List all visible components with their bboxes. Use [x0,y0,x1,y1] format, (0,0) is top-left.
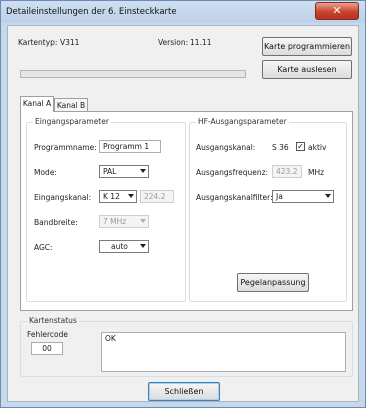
kartentyp-label: Kartentyp: [18,38,58,47]
ausgangskanal-value: S 36 [272,143,289,152]
kartenstatus-group-label: Kartenstatus [27,316,79,325]
dialog-client-area: Kartentyp: V311 Version: 11.11 Karte pro… [7,25,359,402]
kartenstatus-group: Kartenstatus Fehlercode 00 OK [20,316,353,377]
fehlercode-field: 00 [31,342,63,355]
dialog-window: Detaileinstellungen der 6. Einsteckkarte… [0,0,366,408]
programmname-label: Programmname: [34,143,97,152]
kartentyp-value: V311 [60,38,80,47]
ausgangskanalfilter-label: Ausgangskanalfilter: [196,193,273,202]
program-card-button[interactable]: Karte programmieren [262,37,352,56]
eingangskanal-label: Eingangskanal: [34,193,92,202]
hf-group-label: HF-Ausgangsparameter [196,117,289,126]
pegelanpassung-button[interactable]: Pegelanpassung [237,273,309,292]
read-card-button[interactable]: Karte auslesen [262,60,352,79]
aktiv-label: aktiv [308,143,327,152]
check-icon: ✓ [297,142,304,151]
agc-label: AGC: [34,243,53,252]
progress-bar [20,70,246,78]
tab-kanal-b[interactable]: Kanal B [54,98,88,112]
close-icon: ✕ [332,4,342,17]
tab-kanal-a[interactable]: Kanal A [20,96,54,112]
programmname-input[interactable]: Programm 1 [99,140,161,153]
close-window-button[interactable]: ✕ [315,2,359,20]
chevron-down-icon [325,194,331,198]
agc-select-value: auto [111,242,128,251]
eingang-group: Eingangsparameter Programmname: Programm… [26,117,186,302]
tab-panel-kanal-a: Eingangsparameter Programmname: Programm… [20,111,353,311]
hf-group: HF-Ausgangsparameter Ausgangskanal: S 36… [189,117,347,302]
window-title: Detaileinstellungen der 6. Einsteckkarte [6,7,177,17]
ausgangsfrequenz-label: Ausgangsfrequenz: [196,168,269,177]
eingangskanal-select-value: K 12 [103,192,120,201]
status-message-field: OK [101,332,346,372]
eingangskanal-frequency-field: 224.2 [140,190,174,203]
chevron-down-icon [140,219,146,223]
aktiv-checkbox[interactable]: ✓ [296,142,305,151]
chevron-down-icon [128,194,134,198]
eingang-group-label: Eingangsparameter [33,117,111,126]
chevron-down-icon [140,244,146,248]
mode-label: Mode: [34,168,57,177]
ausgangsfrequenz-unit: MHz [308,168,325,177]
bandbreite-select-value: 7 MHz [103,217,127,226]
mode-select-value: PAL [103,167,117,176]
ausgangskanalfilter-select[interactable]: Ja [272,190,334,203]
agc-select[interactable]: auto [99,240,149,253]
bandbreite-label: Bandbreite: [34,218,78,227]
chevron-down-icon [140,169,146,173]
close-button[interactable]: Schließen [148,382,220,401]
eingangskanal-select[interactable]: K 12 [99,190,137,203]
fehlercode-label: Fehlercode [27,330,68,339]
version-label: Version: [158,38,189,47]
version-value: 11.11 [190,38,212,47]
mode-select[interactable]: PAL [99,165,149,178]
ausgangskanal-label: Ausgangskanal: [196,143,256,152]
title-bar: Detaileinstellungen der 6. Einsteckkarte… [1,1,365,23]
ausgangskanalfilter-select-value: Ja [276,192,283,201]
ausgangsfrequenz-field: 423.2 [272,165,302,178]
bandbreite-select: 7 MHz [99,215,149,228]
